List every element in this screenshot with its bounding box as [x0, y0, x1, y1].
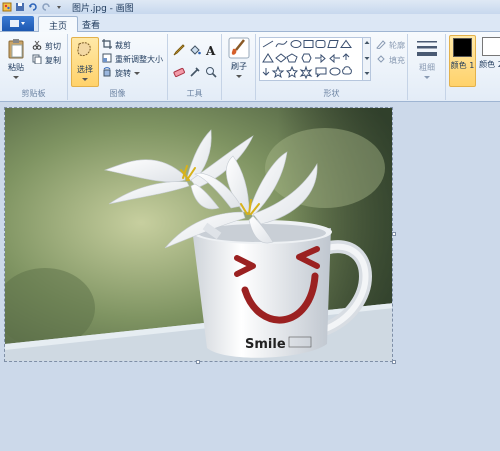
outline-label: 轮廓	[389, 40, 405, 50]
fill-button[interactable]	[189, 44, 201, 58]
pencil-button[interactable]	[173, 44, 185, 58]
tools-group: A 工具	[168, 34, 222, 100]
eyedropper-icon	[189, 66, 201, 80]
size-button[interactable]: 粗细	[414, 38, 440, 82]
color1-button[interactable]: 颜色 1	[449, 35, 476, 87]
crop-icon	[102, 39, 112, 51]
rotate-icon	[102, 67, 112, 79]
file-menu-button[interactable]	[2, 16, 34, 31]
crop-label: 裁剪	[115, 40, 131, 50]
select-button[interactable]: 选择	[71, 37, 99, 87]
cut-button[interactable]: 剪切	[32, 40, 61, 52]
copy-label: 复制	[45, 55, 61, 65]
color2-button[interactable]: 颜色 2	[478, 35, 500, 87]
image-group: 选择 裁剪 重新调整大小 旋转 图像	[68, 34, 168, 100]
resize-button[interactable]: 重新调整大小	[102, 53, 163, 65]
title-bar: 图片.jpg - 画图	[0, 0, 500, 14]
free-select-icon	[75, 40, 95, 64]
mug-text: Smile	[245, 337, 286, 352]
outline-icon	[376, 39, 386, 51]
pencil-icon	[173, 44, 185, 58]
select-label: 选择	[77, 65, 93, 74]
tab-view[interactable]: 查看	[72, 16, 110, 32]
text-button[interactable]: A	[205, 44, 217, 58]
text-tool-icon: A	[205, 44, 217, 58]
mug-with-flowers-photo: Smile	[5, 108, 392, 361]
customize-toolbar-icon[interactable]	[54, 2, 64, 12]
shapes-group: 轮廓 填充 形状	[256, 34, 408, 100]
ribbon-tabs: 主页 查看	[0, 14, 500, 32]
clipboard-group-label: 剪贴板	[21, 89, 46, 98]
redo-icon[interactable]	[41, 2, 51, 12]
color-picker-button[interactable]	[189, 66, 201, 80]
brush-icon	[228, 37, 250, 61]
shapes-scroll-arrows-icon	[364, 41, 370, 75]
crop-button[interactable]: 裁剪	[102, 39, 131, 51]
tools-group-label: 工具	[186, 89, 203, 98]
color2-swatch	[481, 37, 500, 56]
undo-icon[interactable]	[28, 2, 38, 12]
eraser-button[interactable]	[173, 66, 185, 80]
copy-icon	[32, 54, 42, 66]
magnifier-button[interactable]	[205, 66, 217, 80]
window-title: 图片.jpg - 画图	[72, 3, 134, 14]
image-group-label: 图像	[109, 89, 126, 98]
brushes-label: 刷子	[231, 62, 247, 71]
eraser-icon	[173, 66, 185, 80]
copy-button[interactable]: 复制	[32, 54, 61, 66]
scissors-icon	[32, 40, 42, 52]
save-icon[interactable]	[15, 2, 25, 12]
image-canvas[interactable]: Smile	[4, 107, 393, 362]
color1-swatch	[453, 38, 472, 57]
resize-label: 重新调整大小	[115, 54, 163, 64]
brushes-button[interactable]: 刷子	[226, 37, 252, 81]
size-group: 粗细	[408, 34, 446, 100]
size-label: 粗细	[419, 63, 435, 72]
color1-label: 颜色 1	[450, 61, 475, 70]
size-dropdown-icon[interactable]	[424, 73, 430, 82]
quick-access-toolbar	[2, 2, 64, 12]
select-dropdown-icon[interactable]	[82, 75, 88, 84]
fill-shape-icon	[376, 54, 386, 66]
paste-button[interactable]: 粘贴	[4, 38, 28, 82]
brushes-dropdown-icon[interactable]	[236, 72, 242, 81]
fill-shape-label: 填充	[389, 55, 405, 65]
rotate-button[interactable]: 旋转	[102, 67, 140, 79]
resize-handle-bottom[interactable]	[196, 360, 200, 364]
shapes-scroll[interactable]	[363, 37, 371, 81]
resize-icon	[102, 53, 112, 65]
clipboard-group: 粘贴 剪切 复制 剪贴板	[0, 34, 68, 100]
paint-app-icon[interactable]	[2, 2, 12, 12]
rotate-label: 旋转	[115, 68, 131, 78]
fill-shape-button[interactable]: 填充	[376, 54, 405, 66]
shapes-gallery-icons	[262, 39, 352, 80]
svg-text:A: A	[205, 44, 216, 56]
paste-dropdown-icon[interactable]	[13, 73, 19, 82]
shapes-group-label: 形状	[323, 89, 340, 98]
line-width-icon	[416, 38, 438, 62]
resize-handle-right[interactable]	[392, 232, 396, 236]
color2-label: 颜色 2	[479, 60, 500, 69]
shapes-gallery[interactable]	[259, 37, 363, 81]
outline-button[interactable]: 轮廓	[376, 39, 405, 51]
rotate-dropdown-icon[interactable]	[134, 69, 140, 78]
cut-label: 剪切	[45, 41, 61, 51]
ribbon: 粘贴 剪切 复制 剪贴板 选择 裁剪 重新调整大小 旋转 图像 A 工具 刷子 …	[0, 32, 500, 102]
canvas-area[interactable]: Smile	[0, 103, 500, 451]
clipboard-icon	[7, 38, 25, 62]
resize-handle-corner[interactable]	[392, 360, 396, 364]
brushes-group: 刷子	[222, 34, 256, 100]
paste-label: 粘贴	[8, 63, 24, 72]
magnifier-icon	[205, 66, 217, 80]
paint-bucket-icon	[189, 44, 201, 58]
